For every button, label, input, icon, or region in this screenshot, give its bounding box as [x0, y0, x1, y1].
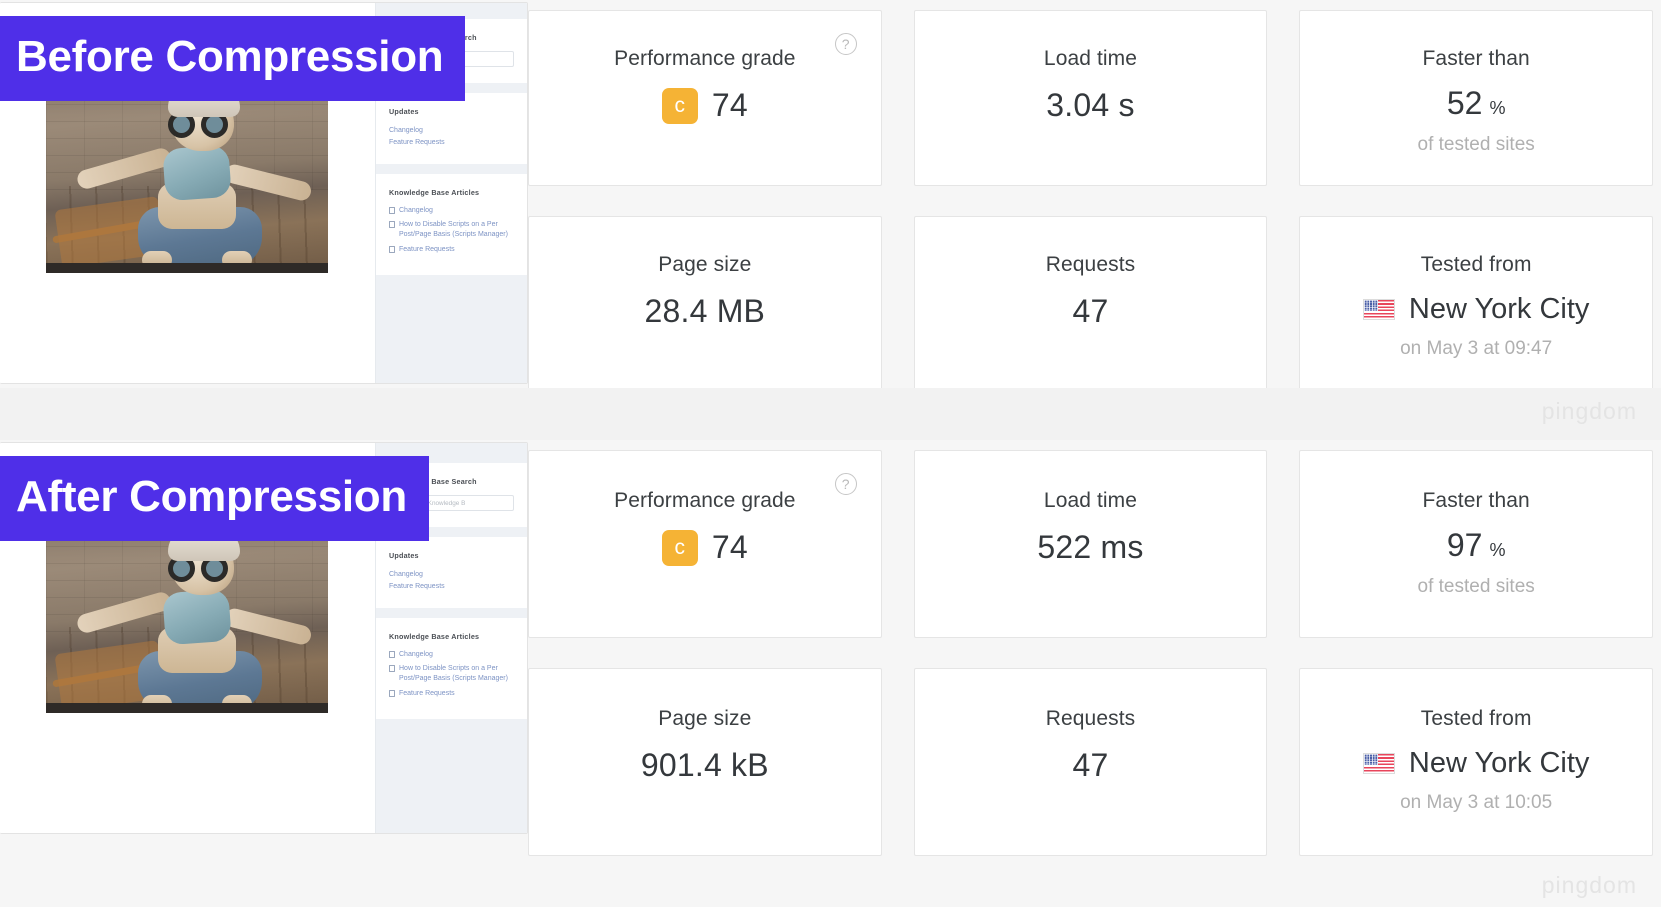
- card-subnote: of tested sites: [1417, 576, 1535, 597]
- location-name: New York City: [1408, 747, 1590, 779]
- tested-timestamp: on May 3 at 09:47: [1400, 338, 1553, 359]
- card-label: Tested from: [1420, 253, 1532, 276]
- list-item[interactable]: How to Disable Scripts on a Per Post/Pag…: [389, 664, 514, 684]
- photo-bottom-bar: [46, 703, 328, 713]
- percentile-row: 52 %: [1447, 85, 1506, 122]
- section-before-compression: Uncompressed-Original: [0, 0, 1661, 420]
- location-row: New York City: [1362, 747, 1590, 780]
- grade-badge: c: [661, 87, 698, 124]
- card-subnote: of tested sites: [1417, 134, 1535, 155]
- sidebar-updates-widget: Updates Changelog Feature Requests: [376, 537, 527, 609]
- card-performance-grade: Performance grade ? c 74: [528, 10, 882, 186]
- photo-scarf: [162, 588, 232, 646]
- card-value: 47: [1072, 747, 1109, 783]
- card-label: Performance grade: [614, 489, 796, 512]
- section-after-compression: Compressed and Resized: [0, 440, 1661, 907]
- card-value: c 74: [661, 529, 748, 566]
- comparison-page: Uncompressed-Original: [0, 0, 1661, 907]
- sidebar-link-feature-requests[interactable]: Feature Requests: [389, 137, 514, 149]
- grade-score: 74: [711, 87, 748, 123]
- card-label: Faster than: [1422, 47, 1530, 70]
- photo-bottom-bar: [46, 263, 328, 273]
- list-item[interactable]: Changelog: [389, 206, 514, 216]
- pingdom-watermark: pingdom: [1541, 872, 1637, 898]
- percentile-value: 52: [1446, 85, 1483, 121]
- location-row: New York City: [1362, 293, 1590, 326]
- card-value: 28.4 MB: [644, 293, 766, 329]
- photo-scarf: [162, 144, 232, 202]
- sidebar-article-label: Changelog: [399, 207, 433, 215]
- card-load-time: Load time 522 ms: [913, 450, 1268, 638]
- sidebar-articles-title: Knowledge Base Articles: [389, 188, 480, 198]
- card-label: Page size: [658, 707, 752, 730]
- card-label: Faster than: [1422, 489, 1530, 512]
- question-mark-icon[interactable]: ?: [834, 33, 857, 55]
- card-value: 901.4 kB: [640, 747, 769, 783]
- document-icon: [389, 207, 395, 215]
- sidebar-updates-title: Updates: [389, 107, 419, 116]
- question-mark-icon[interactable]: ?: [834, 473, 857, 495]
- list-item[interactable]: Changelog: [389, 650, 514, 660]
- card-value: 47: [1072, 293, 1109, 329]
- section-divider: [0, 388, 1661, 440]
- sidebar-link-changelog[interactable]: Changelog: [389, 125, 514, 137]
- card-value: 522 ms: [1037, 529, 1144, 565]
- sidebar-article-label: Feature Requests: [399, 245, 455, 253]
- metric-cards-before: Performance grade ? c 74 Load time 3.04 …: [528, 2, 1653, 392]
- sidebar-link-feature-requests[interactable]: Feature Requests: [389, 581, 514, 593]
- percent-symbol: %: [1489, 540, 1506, 560]
- percent-symbol: %: [1489, 98, 1506, 118]
- banner-before-compression: Before Compression: [0, 16, 466, 101]
- card-value: 3.04 s: [1046, 87, 1135, 123]
- document-icon: [389, 665, 395, 673]
- card-label: Load time: [1043, 47, 1138, 70]
- metric-cards-after: Performance grade ? c 74 Load time 522 m…: [528, 442, 1653, 856]
- us-flag-icon: [1362, 753, 1395, 774]
- card-performance-grade: Performance grade ? c 74: [528, 450, 882, 638]
- card-faster-than: Faster than 52 % of tested sites: [1299, 10, 1653, 186]
- document-icon: [389, 245, 395, 253]
- banner-after-compression: After Compression: [0, 456, 429, 541]
- grade-badge: c: [661, 529, 698, 566]
- card-tested-from: Tested from New York City on May 3 at 10…: [1299, 668, 1653, 856]
- card-label: Requests: [1045, 707, 1136, 730]
- card-faster-than: Faster than 97 % of tested sites: [1299, 450, 1653, 638]
- card-requests: Requests 47: [913, 216, 1268, 392]
- list-item[interactable]: Feature Requests: [389, 689, 514, 699]
- percentile-row: 97 %: [1447, 527, 1506, 564]
- tested-timestamp: on May 3 at 10:05: [1400, 792, 1553, 813]
- sidebar-article-label: Changelog: [399, 651, 433, 659]
- card-value: c 74: [661, 87, 748, 124]
- card-label: Requests: [1045, 253, 1136, 276]
- sidebar-updates-title: Updates: [389, 551, 419, 560]
- sidebar-link-changelog[interactable]: Changelog: [389, 569, 514, 581]
- grade-score: 74: [711, 529, 748, 565]
- sidebar-updates-widget: Updates Changelog Feature Requests: [376, 93, 527, 165]
- card-label: Performance grade: [614, 47, 796, 70]
- card-tested-from: Tested from New York City on May 3 at 09…: [1299, 216, 1653, 392]
- document-icon: [389, 221, 395, 229]
- sidebar-article-label: How to Disable Scripts on a Per Post/Pag…: [399, 665, 508, 683]
- document-icon: [389, 689, 395, 697]
- list-item[interactable]: Feature Requests: [389, 245, 514, 255]
- card-label: Load time: [1043, 489, 1138, 512]
- sidebar-articles-widget: Knowledge Base Articles Changelog How to…: [376, 174, 527, 275]
- list-item[interactable]: How to Disable Scripts on a Per Post/Pag…: [389, 220, 514, 240]
- percentile-value: 97: [1446, 527, 1483, 563]
- card-page-size: Page size 901.4 kB: [528, 668, 882, 856]
- card-label: Tested from: [1420, 707, 1532, 730]
- card-page-size: Page size 28.4 MB: [528, 216, 882, 392]
- card-label: Page size: [658, 253, 752, 276]
- us-flag-icon: [1362, 299, 1395, 320]
- card-requests: Requests 47: [913, 668, 1268, 856]
- pingdom-watermark: pingdom: [1541, 398, 1637, 424]
- card-load-time: Load time 3.04 s: [913, 10, 1268, 186]
- sidebar-article-label: Feature Requests: [399, 689, 455, 697]
- sidebar-articles-widget: Knowledge Base Articles Changelog How to…: [376, 618, 527, 719]
- sidebar-articles-title: Knowledge Base Articles: [389, 632, 480, 642]
- sidebar-article-label: How to Disable Scripts on a Per Post/Pag…: [399, 221, 508, 239]
- location-name: New York City: [1408, 293, 1590, 325]
- document-icon: [389, 651, 395, 659]
